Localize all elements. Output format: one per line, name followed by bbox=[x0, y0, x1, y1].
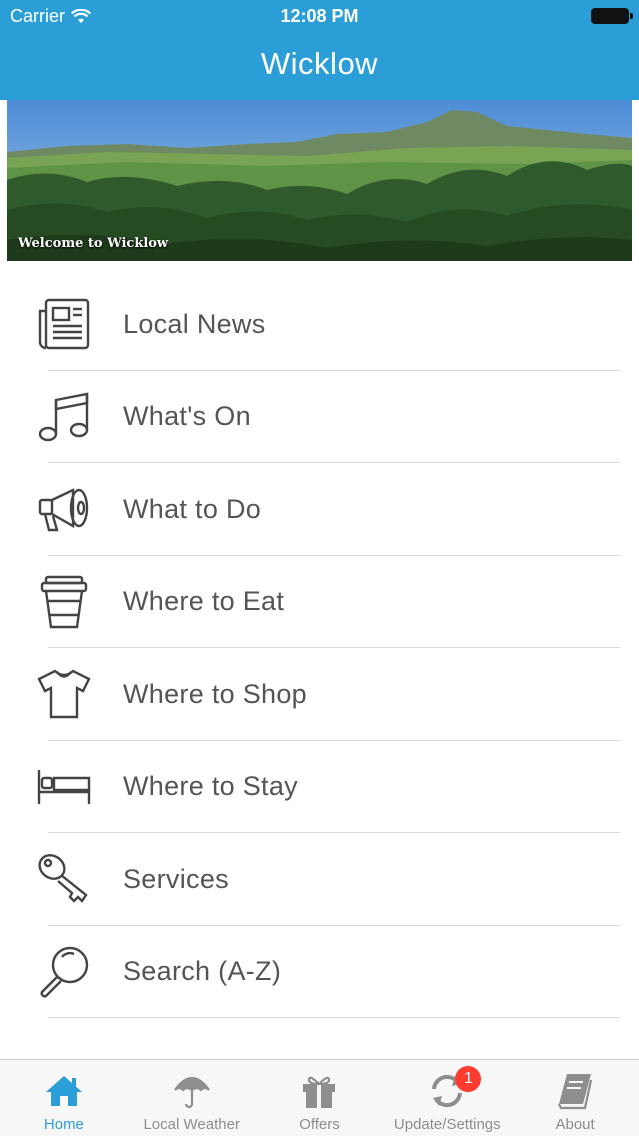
menu-item-where-to-shop[interactable]: Where to Shop bbox=[0, 648, 639, 741]
menu-item-what-to-do[interactable]: What to Do bbox=[0, 463, 639, 556]
status-time: 12:08 PM bbox=[280, 6, 359, 26]
music-note-icon bbox=[36, 389, 92, 445]
menu-item-local-news[interactable]: Local News bbox=[0, 278, 639, 371]
tab-label: About bbox=[555, 1116, 595, 1133]
coffee-cup-icon bbox=[36, 574, 92, 630]
menu-item-label: Local News bbox=[123, 308, 266, 339]
tab-about[interactable]: About bbox=[511, 1060, 639, 1136]
gift-icon bbox=[299, 1072, 339, 1110]
menu-item-label: Where to Eat bbox=[123, 586, 285, 617]
menu-item-label: Where to Stay bbox=[123, 771, 298, 802]
banner-caption: Welcome to Wicklow bbox=[18, 236, 169, 251]
home-icon bbox=[44, 1072, 84, 1110]
menu-item-label: Services bbox=[123, 863, 229, 894]
key-icon bbox=[36, 851, 92, 907]
battery-icon bbox=[591, 8, 633, 24]
menu-item-label: What's On bbox=[123, 401, 251, 432]
tab-bar: Home Local Weather Offers 1 Update/Setti… bbox=[0, 1059, 639, 1136]
menu-item-whats-on[interactable]: What's On bbox=[0, 371, 639, 464]
tab-offers[interactable]: Offers bbox=[256, 1060, 384, 1136]
magnifier-icon bbox=[36, 944, 92, 1000]
navigation-bar: Carrier 12:08 PM Wicklow bbox=[0, 0, 639, 100]
menu-item-label: Where to Shop bbox=[123, 678, 308, 709]
page-title: Wicklow bbox=[260, 46, 379, 81]
menu-item-label: Search (A-Z) bbox=[123, 956, 282, 987]
tab-update-settings[interactable]: 1 Update/Settings bbox=[383, 1060, 511, 1136]
banner-image: Welcome to Wicklow bbox=[7, 100, 632, 261]
tab-home[interactable]: Home bbox=[0, 1060, 128, 1136]
book-icon bbox=[555, 1072, 595, 1110]
menu-item-where-to-eat[interactable]: Where to Eat bbox=[0, 556, 639, 649]
menu-item-where-to-stay[interactable]: Where to Stay bbox=[0, 741, 639, 834]
tab-label: Offers bbox=[299, 1116, 340, 1133]
tab-label: Update/Settings bbox=[393, 1116, 501, 1133]
status-bar: Carrier 12:08 PM bbox=[0, 0, 639, 34]
tshirt-icon bbox=[36, 666, 92, 722]
main-menu: Local News What's On What to Do Where to… bbox=[0, 278, 639, 1018]
menu-item-search[interactable]: Search (A-Z) bbox=[0, 926, 639, 1019]
bed-icon bbox=[36, 759, 92, 815]
menu-item-label: What to Do bbox=[123, 493, 262, 524]
newspaper-icon bbox=[36, 296, 92, 352]
umbrella-icon bbox=[172, 1072, 212, 1110]
tab-local-weather[interactable]: Local Weather bbox=[128, 1060, 256, 1136]
menu-item-services[interactable]: Services bbox=[0, 833, 639, 926]
megaphone-icon bbox=[36, 481, 92, 537]
tab-label: Home bbox=[43, 1116, 84, 1133]
notification-badge: 1 bbox=[455, 1066, 482, 1092]
tab-label: Local Weather bbox=[143, 1116, 240, 1133]
